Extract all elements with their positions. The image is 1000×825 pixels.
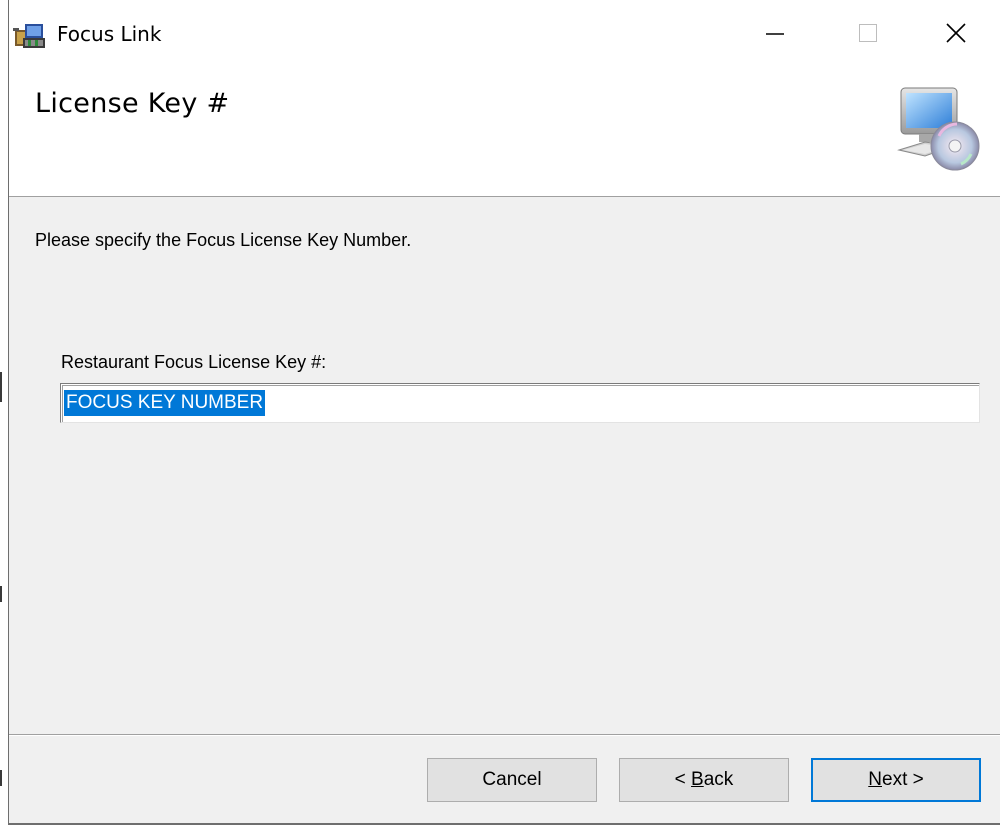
back-button-mnemonic: B <box>691 769 704 790</box>
cancel-button[interactable]: Cancel <box>427 758 597 802</box>
installer-window: Focus Link License Key # Please specify … <box>8 0 1000 825</box>
close-button[interactable] <box>913 0 1000 66</box>
instruction-text: Please specify the Focus License Key Num… <box>35 230 412 250</box>
license-key-label: Restaurant Focus License Key #: <box>61 352 327 372</box>
license-key-input[interactable]: FOCUS KEY NUMBER <box>60 383 980 423</box>
maximize-icon <box>859 24 877 42</box>
license-key-value[interactable]: FOCUS KEY NUMBER <box>64 390 266 416</box>
background-edge-mark <box>0 586 2 602</box>
minimize-button[interactable] <box>729 0 821 66</box>
next-button-mnemonic: N <box>868 769 882 790</box>
installer-package-icon <box>13 20 47 52</box>
title-bar[interactable]: Focus Link <box>9 0 1000 66</box>
minimize-icon <box>766 33 784 35</box>
background-edge-mark <box>0 770 2 786</box>
next-button-rest: ext > <box>882 769 924 790</box>
back-button[interactable]: < Back <box>619 758 789 802</box>
cancel-button-label: Cancel <box>482 769 542 790</box>
header-banner: License Key # <box>9 66 1000 197</box>
close-icon <box>946 23 966 43</box>
footer-divider-highlight <box>9 735 1000 736</box>
next-button[interactable]: Next > <box>811 758 981 802</box>
back-button-rest: ack <box>703 769 734 790</box>
computer-with-cd-icon <box>895 84 981 174</box>
window-title: Focus Link <box>57 22 162 46</box>
back-button-prefix: < <box>674 769 692 790</box>
background-edge-mark <box>0 372 2 402</box>
page-title: License Key # <box>35 88 230 119</box>
maximize-button[interactable] <box>821 0 913 66</box>
